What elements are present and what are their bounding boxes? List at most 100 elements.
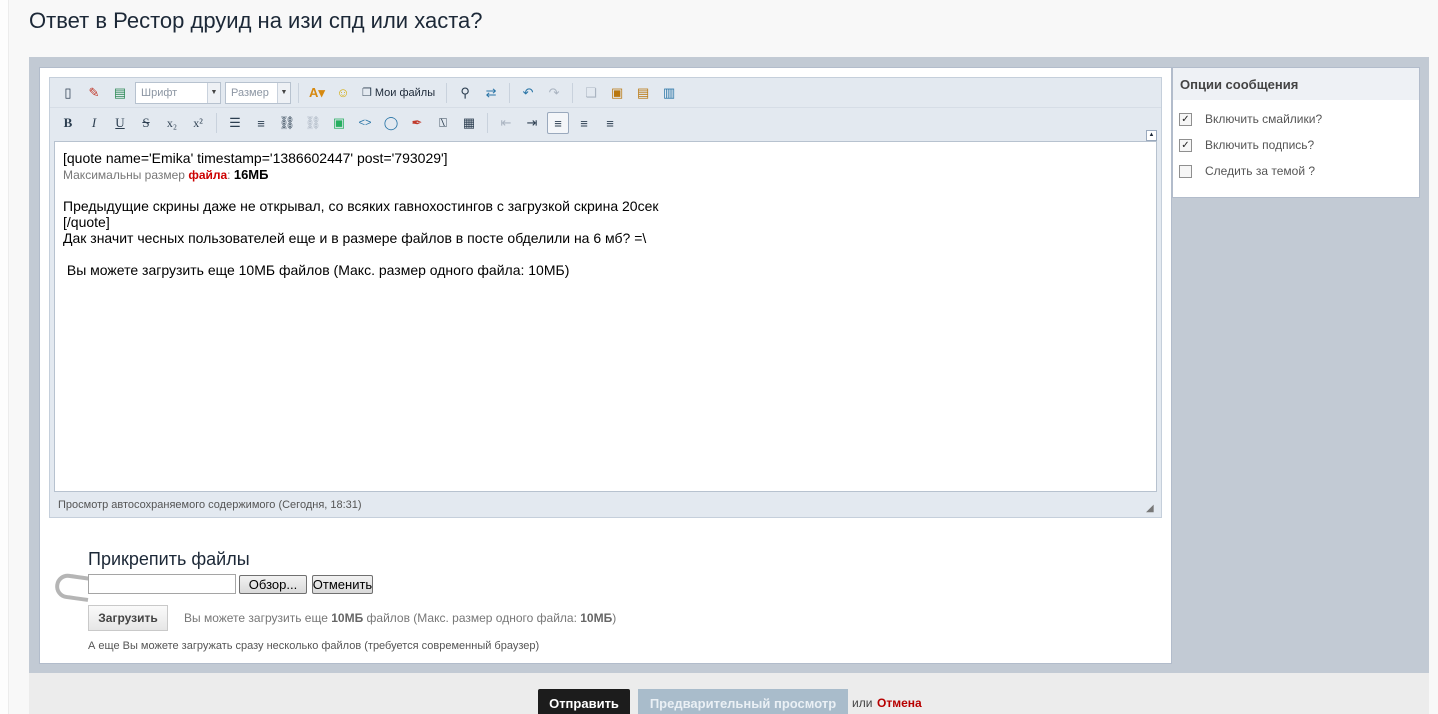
checkbox-checked-icon[interactable]: ✓ (1179, 112, 1192, 126)
outdent-icon[interactable]: ⇤ (495, 112, 517, 134)
content-line: Вы можете загрузить еще 10МБ файлов (Мак… (63, 262, 570, 278)
toolbar-row-2: B I U S x₂ x² ☰ ≡ ⛓ ⛓ ▣ <> ◯ ✒ ⍂ ▦ ⇤ ⇥ ≡… (50, 108, 1161, 138)
numbered-list-icon[interactable]: ≡ (250, 112, 272, 134)
undo-icon[interactable]: ↶ (517, 82, 539, 104)
checkbox-unchecked-icon[interactable] (1179, 164, 1192, 178)
max-size-line: Максимальны размер файла: 16МБ (63, 166, 1148, 182)
upload-button[interactable]: Загрузить (88, 605, 168, 631)
size-select-label: Размер (231, 86, 269, 99)
underline-icon[interactable]: U (109, 112, 131, 134)
upload-limit-note: Вы можете загрузить еще 10МБ файлов (Мак… (184, 611, 616, 625)
horizontal-rule-icon[interactable]: ▦ (458, 112, 480, 134)
post-form: ▯ ✎ ▤ Шрифт ▼ Размер ▼ A▾ ☺ ❐ Мои файлы … (29, 57, 1429, 673)
attach-files-title: Прикрепить файлы (88, 549, 250, 569)
option-follow-topic[interactable]: Следить за темой ? (1179, 164, 1315, 178)
message-options-panel: Опции сообщения ✓ Включить смайлики? ✓ В… (1172, 67, 1420, 198)
quote-icon[interactable]: ◯ (380, 112, 402, 134)
preview-button[interactable]: Предварительный просмотр (638, 689, 848, 714)
max-size-word: файла (188, 168, 228, 182)
bold-icon[interactable]: B (57, 112, 79, 134)
content-line (63, 246, 1148, 262)
editor-panel: ▯ ✎ ▤ Шрифт ▼ Размер ▼ A▾ ☺ ❐ Мои файлы … (39, 67, 1172, 664)
toolbar-separator (298, 82, 299, 103)
replace-icon[interactable]: ⇄ (480, 82, 502, 104)
option-label: Включить подпись? (1205, 138, 1315, 152)
align-left-icon[interactable]: ≡ (547, 112, 569, 134)
font-select[interactable]: Шрифт ▼ (135, 81, 221, 104)
bullet-list-icon[interactable]: ☰ (224, 112, 246, 134)
content-line (63, 182, 1148, 198)
browse-button[interactable]: Обзор... (239, 575, 307, 594)
toolbar-separator (216, 113, 217, 133)
upload-note-amount: 10МБ (331, 611, 364, 625)
toolbar-separator (509, 82, 511, 103)
page: Ответ в Рестор друид на изи спд или хаст… (8, 0, 1438, 714)
font-select-label: Шрифт (141, 86, 178, 99)
toolbar-separator (446, 82, 448, 103)
paste-icon[interactable]: ▣ (606, 82, 628, 104)
content-line: Предыдущие скрины даже не открывал, со в… (63, 198, 659, 214)
strikethrough-icon[interactable]: S (135, 112, 157, 134)
chevron-down-icon: ▼ (277, 82, 290, 103)
content-line: Дак значит чесных пользователей еще и в … (63, 230, 647, 246)
copy-icon[interactable]: ❏ (580, 82, 602, 104)
upload-note-suffix: ) (612, 611, 617, 625)
collapse-toolbar-icon[interactable]: ▲ (1146, 130, 1157, 141)
source-mode-icon[interactable]: ▯ (57, 82, 79, 104)
form-footer: Отправить Предварительный просмотр или О… (29, 673, 1429, 714)
media-icon[interactable]: ✒ (406, 112, 428, 134)
my-files-button[interactable]: ❐ Мои файлы (358, 86, 439, 100)
align-center-icon[interactable]: ≡ (573, 112, 595, 134)
indent-icon[interactable]: ⇥ (521, 112, 543, 134)
option-enable-smilies[interactable]: ✓ Включить смайлики? (1179, 112, 1322, 126)
checkbox-checked-icon[interactable]: ✓ (1179, 138, 1192, 152)
option-label: Следить за темой ? (1205, 164, 1316, 178)
my-files-label: Мои файлы (374, 86, 436, 99)
cancel-file-button[interactable]: Отменить (312, 575, 373, 594)
multi-upload-note: А еще Вы можете загружать сразу нескольк… (88, 640, 540, 652)
unlink-icon[interactable]: ⛓ (302, 112, 324, 134)
special-char-icon[interactable]: ⍂ (432, 112, 454, 134)
size-select[interactable]: Размер ▼ (225, 81, 291, 104)
option-enable-signature[interactable]: ✓ Включить подпись? (1179, 138, 1314, 152)
upload-note-max: 10МБ (580, 611, 613, 625)
paste-word-icon[interactable]: ▥ (658, 82, 680, 104)
image-icon[interactable]: ▣ (328, 112, 350, 134)
code-icon[interactable]: <> (354, 112, 376, 134)
upload-note-prefix: Вы можете загрузить еще (184, 611, 332, 625)
options-title: Опции сообщения (1173, 68, 1419, 100)
content-line: [/quote] (63, 214, 110, 230)
post-content-textarea[interactable]: [quote name='Emika' timestamp='138660244… (54, 141, 1157, 492)
max-size-value: 16МБ (233, 167, 269, 182)
file-path-input[interactable] (88, 574, 236, 594)
paste-text-icon[interactable]: ▤ (632, 82, 654, 104)
text-color-icon[interactable]: A▾ (306, 82, 328, 104)
max-size-prefix: Максимальны размер (63, 168, 189, 182)
subscript-icon[interactable]: x₂ (161, 112, 183, 134)
option-label: Включить смайлики? (1205, 112, 1323, 126)
italic-icon[interactable]: I (83, 112, 105, 134)
toolbar-row-1: ▯ ✎ ▤ Шрифт ▼ Размер ▼ A▾ ☺ ❐ Мои файлы … (50, 78, 1161, 108)
autosave-link[interactable]: Просмотр автосохраняемого содержимого (С… (58, 499, 362, 511)
files-icon: ❐ (362, 87, 372, 99)
resize-handle-icon[interactable]: ◢ (1146, 503, 1158, 515)
link-icon[interactable]: ⛓ (276, 112, 298, 134)
rich-text-editor: ▯ ✎ ▤ Шрифт ▼ Размер ▼ A▾ ☺ ❐ Мои файлы … (49, 77, 1162, 518)
upload-note-mid: файлов (Макс. размер одного файла: (363, 611, 581, 625)
max-size-colon: : (227, 168, 234, 182)
spoiler-icon[interactable]: ▤ (109, 82, 131, 104)
or-text: или (852, 696, 873, 710)
eraser-icon[interactable]: ✎ (83, 82, 105, 104)
toolbar-separator (572, 82, 574, 103)
find-icon[interactable]: ⚲ (454, 82, 476, 104)
align-right-icon[interactable]: ≡ (599, 112, 621, 134)
superscript-icon[interactable]: x² (187, 112, 209, 134)
submit-button[interactable]: Отправить (538, 689, 630, 714)
content-line: [quote name='Emika' timestamp='138660244… (63, 150, 448, 166)
page-title: Ответ в Рестор друид на изи спд или хаст… (29, 8, 483, 33)
smiley-icon[interactable]: ☺ (332, 82, 354, 104)
toolbar-separator (487, 113, 488, 133)
cancel-link[interactable]: Отмена (877, 696, 922, 710)
redo-icon[interactable]: ↷ (543, 82, 565, 104)
chevron-down-icon: ▼ (207, 82, 220, 103)
